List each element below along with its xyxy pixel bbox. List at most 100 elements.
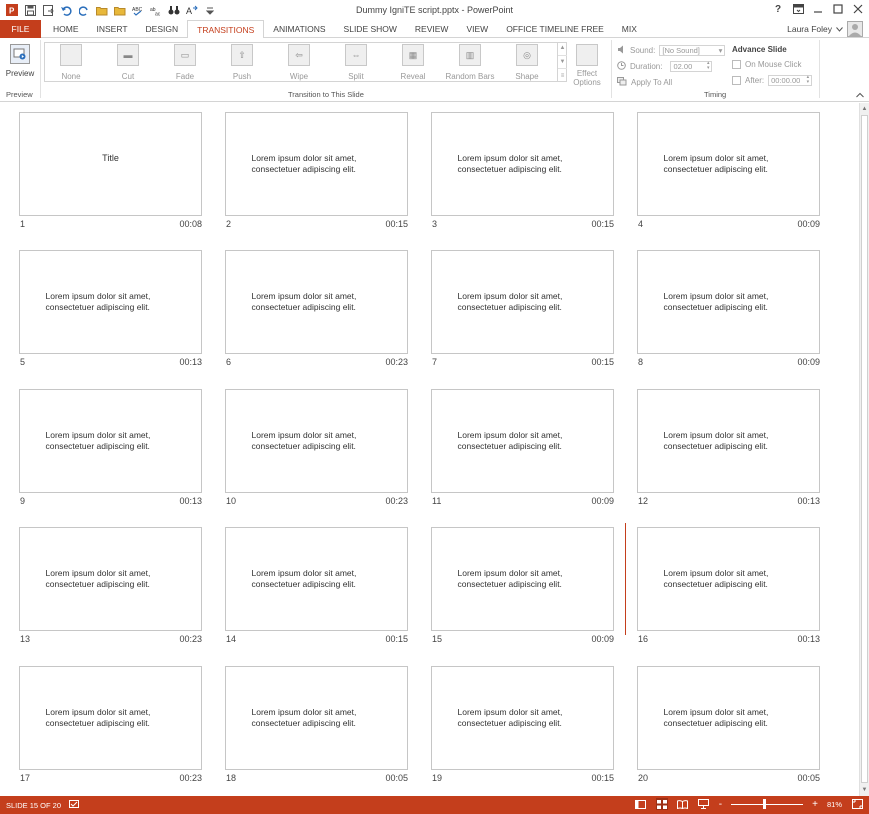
slide-timing: 00:09: [797, 357, 820, 367]
scroll-down-icon[interactable]: ▼: [860, 785, 869, 795]
close-icon[interactable]: [851, 2, 865, 16]
transition-reveal[interactable]: ▦ Reveal: [388, 42, 438, 81]
slide-timing: 00:15: [385, 219, 408, 229]
user-account[interactable]: Laura Foley: [787, 21, 863, 37]
tab-office-timeline-free[interactable]: OFFICE TIMELINE FREE: [497, 20, 613, 38]
apply-all-button[interactable]: Apply To All: [617, 74, 725, 90]
timing-controls-left: Sound: [No Sound] ▾ Duration: 02.00 ▴ ▾ A…: [617, 42, 726, 90]
preview-button[interactable]: Preview: [0, 42, 45, 78]
tab-insert[interactable]: INSERT: [88, 20, 137, 38]
transition-reveal-icon: ▦: [402, 44, 424, 66]
tab-slide-show[interactable]: SLIDE SHOW: [335, 20, 406, 38]
zoom-level[interactable]: 81%: [827, 800, 842, 809]
spinner-icon: ▴ ▾: [706, 60, 710, 71]
transition-split-icon: ⇔: [345, 44, 367, 66]
transition-wipe[interactable]: ⇦ Wipe: [274, 42, 324, 81]
slide-thumbnail[interactable]: Lorem ipsum dolor sit amet, consectetuer…: [19, 527, 202, 631]
status-right: - + 81%: [635, 798, 863, 810]
slide-thumbnail[interactable]: Title: [19, 112, 202, 216]
slide-number: 17: [20, 773, 31, 783]
slide-body-text: Lorem ipsum dolor sit amet, consectetuer…: [432, 113, 613, 215]
slide-thumbnail[interactable]: Lorem ipsum dolor sit amet, consectetuer…: [19, 389, 202, 493]
slide-body-text: Lorem ipsum dolor sit amet, consectetuer…: [638, 528, 819, 630]
slide-thumbnail[interactable]: Lorem ipsum dolor sit amet, consectetuer…: [225, 389, 408, 493]
slide-body-text: Lorem ipsum dolor sit amet, consectetuer…: [20, 528, 201, 630]
vertical-scrollbar[interactable]: ▲ ▼: [859, 103, 869, 796]
ribbon-display-options-icon[interactable]: [791, 2, 805, 16]
slide-show-icon[interactable]: [698, 798, 710, 810]
slide-number: 16: [638, 634, 649, 644]
slide-number: 8: [638, 357, 644, 367]
after-input[interactable]: 00:00.00 ▴ ▾: [768, 74, 813, 86]
slide-thumbnail[interactable]: Lorem ipsum dolor sit amet, consectetuer…: [431, 250, 614, 354]
slide-thumbnail[interactable]: Lorem ipsum dolor sit amet, consectetuer…: [637, 527, 820, 631]
effect-options-line1: Effect: [576, 69, 598, 78]
slide-thumbnail[interactable]: Lorem ipsum dolor sit amet, consectetuer…: [19, 666, 202, 770]
transition-fade[interactable]: ▭ Fade: [160, 42, 210, 81]
zoom-out-button[interactable]: -: [719, 799, 722, 810]
slide-thumbnail[interactable]: Lorem ipsum dolor sit amet, consectetuer…: [431, 112, 614, 216]
slide-thumbnail[interactable]: Lorem ipsum dolor sit amet, consectetuer…: [225, 666, 408, 770]
transition-push[interactable]: ⇧ Push: [217, 42, 267, 81]
tab-file[interactable]: FILE: [0, 20, 41, 38]
tab-animations[interactable]: ANIMATIONS: [264, 20, 334, 38]
collapse-ribbon-icon[interactable]: [856, 91, 864, 100]
slide-thumbnail[interactable]: Lorem ipsum dolor sit amet, consectetuer…: [225, 250, 408, 354]
slide-thumbnail[interactable]: Lorem ipsum dolor sit amet, consectetuer…: [637, 250, 820, 354]
slide-thumbnail[interactable]: Lorem ipsum dolor sit amet, consectetuer…: [431, 666, 614, 770]
after-checkbox[interactable]: [732, 75, 741, 85]
tab-review[interactable]: REVIEW: [406, 20, 458, 38]
after-option[interactable]: After: 00:00.00 ▴ ▾: [732, 72, 813, 88]
tab-mix[interactable]: MIX: [613, 20, 646, 38]
proofing-icon[interactable]: [69, 800, 80, 811]
transition-split[interactable]: ⇔ Split: [331, 42, 381, 81]
minimize-icon[interactable]: [811, 2, 825, 16]
tab-home[interactable]: HOME: [44, 20, 88, 38]
on-mouse-click-option[interactable]: On Mouse Click: [732, 56, 812, 72]
preview-label: Preview: [5, 69, 35, 78]
sound-dropdown[interactable]: [No Sound] ▾: [659, 44, 726, 56]
transition-none[interactable]: None: [46, 42, 96, 81]
slide-thumbnail[interactable]: Lorem ipsum dolor sit amet, consectetuer…: [225, 527, 408, 631]
transition-cut[interactable]: ▬ Cut: [103, 42, 153, 81]
slide-thumbnail[interactable]: Lorem ipsum dolor sit amet, consectetuer…: [225, 112, 408, 216]
effect-options-button[interactable]: Effect Options: [564, 42, 610, 87]
scroll-thumb[interactable]: [861, 115, 868, 783]
zoom-track: [731, 804, 804, 805]
insertion-cursor: [625, 523, 626, 635]
transition-group-label: Transition to This Slide: [288, 90, 364, 99]
slide-thumbnail[interactable]: Lorem ipsum dolor sit amet, consectetuer…: [637, 112, 820, 216]
tab-transitions[interactable]: TRANSITIONS: [187, 20, 265, 39]
transition-label: Random Bars: [445, 72, 495, 81]
zoom-knob[interactable]: [763, 799, 767, 809]
slide-thumbnail[interactable]: Lorem ipsum dolor sit amet, consectetuer…: [637, 389, 820, 493]
transition-shape[interactable]: ◎ Shape: [502, 42, 552, 81]
slide-thumbnail[interactable]: Lorem ipsum dolor sit amet, consectetuer…: [431, 527, 614, 631]
zoom-in-button[interactable]: +: [812, 799, 818, 810]
transition-random-bars[interactable]: ▥ Random Bars: [445, 42, 495, 81]
slide-sorter-view-icon[interactable]: [655, 798, 668, 810]
maximize-icon[interactable]: [831, 2, 845, 16]
reading-view-icon[interactable]: [677, 798, 689, 810]
after-value: 00:00.00: [771, 75, 801, 85]
slide-number: 9: [20, 496, 26, 506]
avatar[interactable]: [847, 21, 863, 37]
slide-thumbnail[interactable]: Lorem ipsum dolor sit amet, consectetuer…: [19, 250, 202, 354]
zoom-slider[interactable]: [731, 798, 804, 810]
slide-number: 18: [226, 773, 237, 783]
transition-random-bars-icon: ▥: [459, 44, 481, 66]
tab-design[interactable]: DESIGN: [137, 20, 188, 38]
tab-view[interactable]: VIEW: [457, 20, 497, 38]
slide-thumbnail[interactable]: Lorem ipsum dolor sit amet, consectetuer…: [637, 666, 820, 770]
slide-text: Lorem ipsum dolor sit amet, consectetuer…: [663, 707, 769, 728]
normal-view-icon[interactable]: [635, 798, 647, 810]
tab-list: HOME INSERT DESIGN TRANSITIONS ANIMATIONS SLI…: [44, 20, 646, 39]
on-mouse-click-checkbox[interactable]: [732, 59, 741, 69]
slide-body-text: Lorem ipsum dolor sit amet, consectetuer…: [20, 667, 201, 769]
slide-timing: 00:15: [385, 634, 408, 644]
scroll-up-icon[interactable]: ▲: [860, 104, 869, 114]
slide-thumbnail[interactable]: Lorem ipsum dolor sit amet, consectetuer…: [431, 389, 614, 493]
help-button[interactable]: ?: [771, 2, 785, 16]
fit-slide-icon[interactable]: [851, 798, 863, 810]
duration-input[interactable]: 02.00 ▴ ▾: [670, 60, 713, 72]
